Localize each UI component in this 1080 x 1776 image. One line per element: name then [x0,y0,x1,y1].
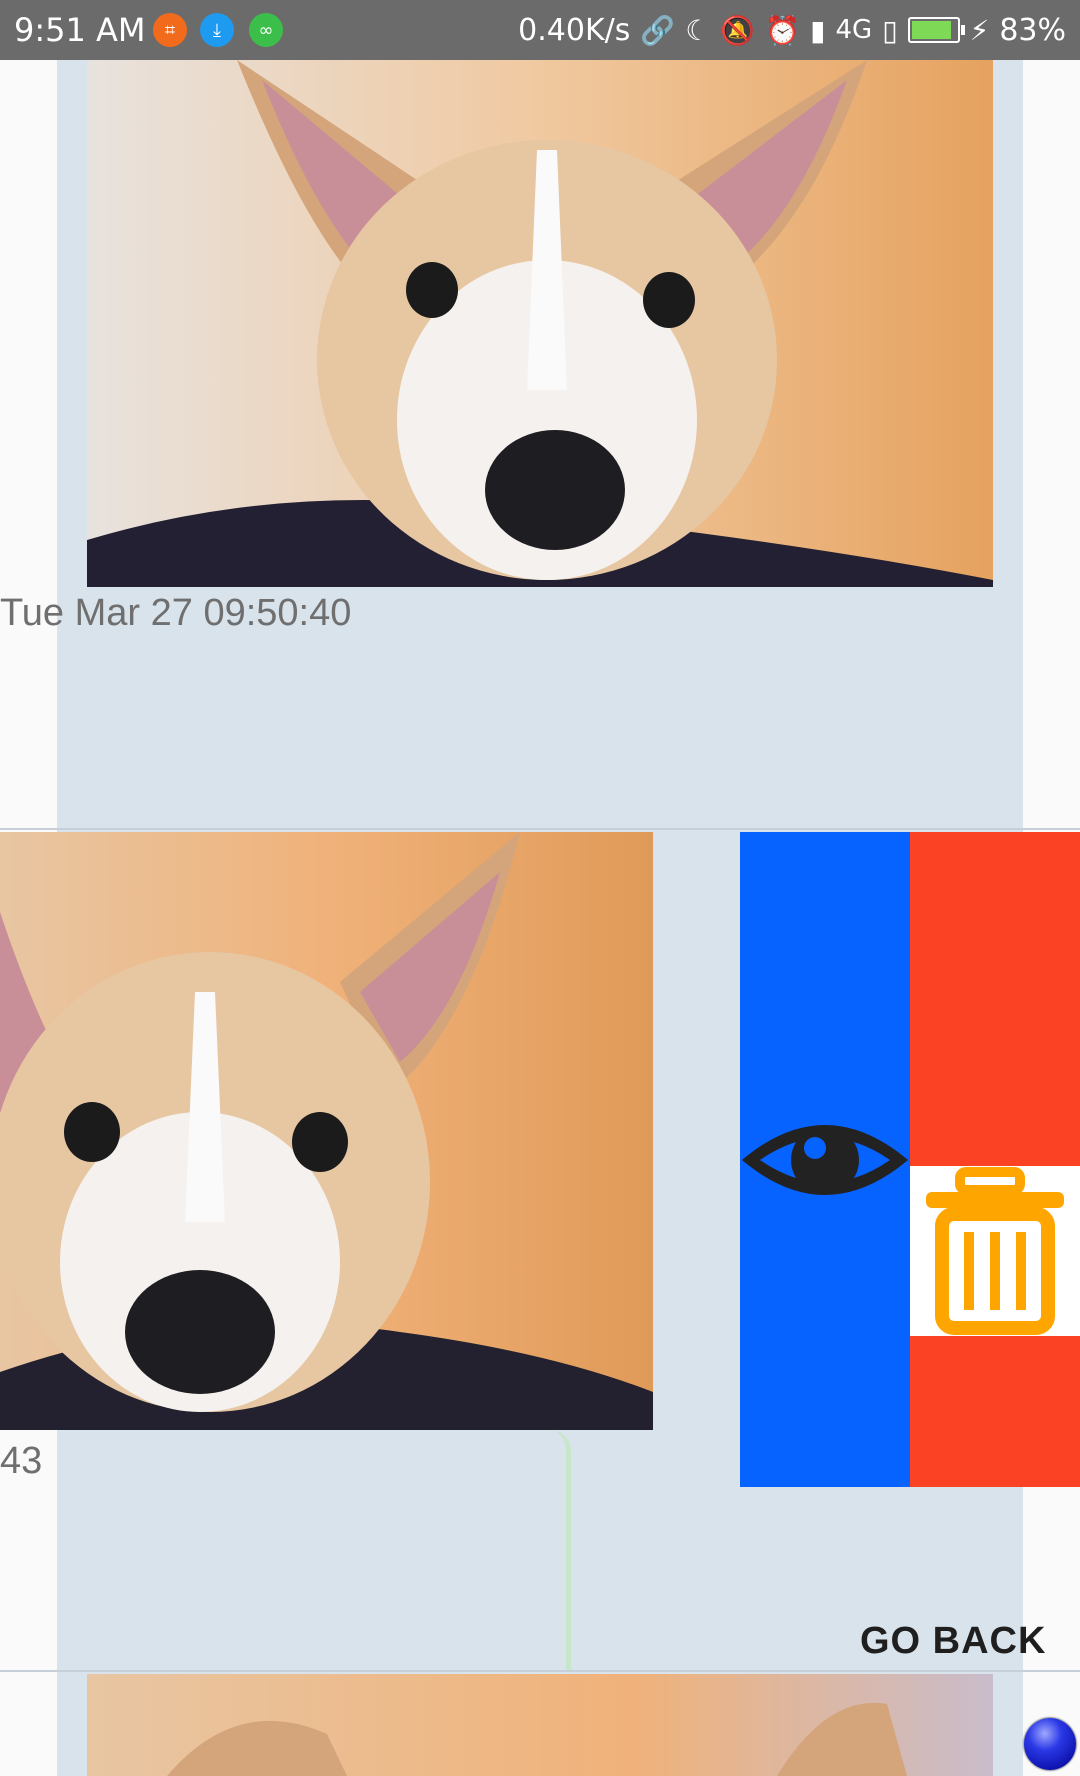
link-icon: 🔗 [640,13,676,47]
decorative-line [550,1430,571,1670]
item-timestamp: 43 [0,1440,43,1482]
network-speed: 0.40K/s [518,12,631,48]
go-back-button[interactable]: GO BACK [860,1620,1046,1663]
eye-icon [742,1124,908,1195]
delete-button[interactable] [910,832,1080,1487]
link-app-icon: ∞ [249,13,283,47]
download-icon: ⤓ [200,13,234,47]
dog-photo[interactable] [87,60,993,587]
view-button[interactable] [740,832,910,1487]
signal-icon: ▮ [810,13,826,47]
battery-percent: 83% [999,12,1066,48]
screenshot-app-icon: ⌗ [153,13,187,47]
status-time: 9:51 AM [14,11,146,49]
charging-icon: ⚡ [969,13,990,47]
floating-assist-button[interactable] [1024,1718,1076,1770]
item-timestamp: Tue Mar 27 09:50:40 [0,592,352,634]
battery-icon [907,17,965,43]
network-type: 4G [835,15,873,45]
signal-empty-icon: ▯ [882,13,898,47]
moon-icon: ☾ [685,13,711,47]
status-bar: 9:51 AM ⌗ ⤓ ∞ 0.40K/s 🔗 ☾ 🔕 ⏰ ▮ 4G ▯ ⚡ 8… [0,0,1080,60]
trash-icon [910,1166,1080,1336]
alarm-icon: ⏰ [765,13,801,47]
bell-off-icon: 🔕 [720,13,756,47]
dog-photo[interactable] [0,832,653,1430]
dog-photo[interactable] [87,1674,993,1776]
